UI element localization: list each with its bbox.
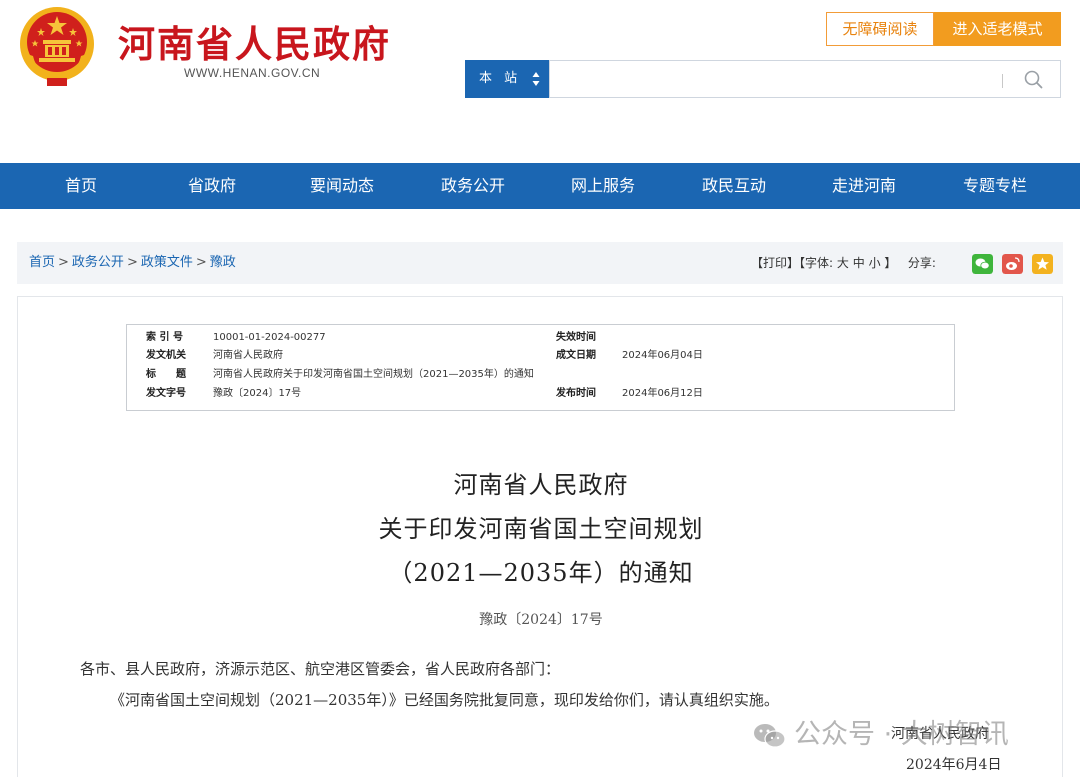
title-value: 河南省人民政府关于印发河南省国土空间规划（2021—2035年）的通知 (213, 369, 534, 380)
expire-label: 失效时间 (556, 332, 596, 343)
search-icon[interactable] (1020, 67, 1048, 93)
wechat-watermark-icon (754, 723, 786, 748)
document-title-line-3: （2021—2035年）的通知 (388, 559, 694, 587)
docno-label: 发文字号 (146, 388, 186, 399)
search-divider (1002, 74, 1003, 88)
nav-item-about-henan[interactable]: 走进河南 (799, 163, 929, 209)
publish-value: 2024年06月12日 (622, 388, 703, 399)
national-emblem-icon (20, 7, 94, 86)
site-header: 河南省人民政府 WWW.HENAN.GOV.CN 无障碍阅读 进入适老模式 本 … (0, 0, 1080, 163)
breadcrumb-home[interactable]: 首页 (29, 255, 55, 270)
print-link[interactable]: 【打印】 (751, 256, 799, 270)
breadcrumb-bar: 首页 > 政务公开 > 政策文件 > 豫政 【打印】【字体: 大 中 小 】 分享: (17, 242, 1063, 284)
breadcrumb-separator: > (195, 255, 207, 270)
breadcrumb-separator: > (126, 255, 138, 270)
font-small-link[interactable]: 小 (869, 256, 881, 270)
breadcrumb-open-affairs[interactable]: 政务公开 (72, 255, 124, 270)
document-body: 《河南省国土空间规划（2021—2035年）》已经国务院批复同意，现印发给你们，… (110, 691, 779, 709)
elder-mode-button[interactable]: 进入适老模式 (934, 12, 1061, 46)
site-url: WWW.HENAN.GOV.CN (184, 66, 321, 80)
sort-arrows-icon (532, 72, 540, 86)
font-size-label: 【字体: (799, 256, 834, 270)
nav-item-online-services[interactable]: 网上服务 (538, 163, 668, 209)
search-scope-select[interactable]: 本 站 (465, 60, 549, 98)
publish-label: 发布时间 (556, 388, 596, 399)
document-salutation: 各市、县人民政府，济源示范区、航空港区管委会，省人民政府各部门： (80, 660, 561, 678)
search-bar (549, 60, 1061, 98)
index-label: 索 引 号 (146, 332, 183, 343)
breadcrumb-separator: > (58, 255, 69, 270)
document-title-line-1: 河南省人民政府 (453, 471, 629, 499)
nav-item-government[interactable]: 省政府 (147, 163, 277, 209)
search-input[interactable] (558, 67, 998, 91)
article-panel: 索 引 号 10001-01-2024-00277 失效时间 发文机关 河南省人… (17, 296, 1063, 777)
search-scope-label: 本 站 (479, 71, 522, 86)
nav-item-news[interactable]: 要闻动态 (277, 163, 407, 209)
watermark: 公众号 · 大树智讯 (752, 712, 1009, 756)
breadcrumb-yuzheng[interactable]: 豫政 (210, 255, 236, 270)
font-size-close: 】 (884, 256, 897, 270)
favorite-icon[interactable] (1032, 254, 1053, 274)
nav-item-home[interactable]: 首页 (16, 163, 146, 209)
docno-value: 豫政〔2024〕17号 (213, 388, 302, 399)
nav-item-interaction[interactable]: 政民互动 (669, 163, 799, 209)
index-value: 10001-01-2024-00277 (213, 332, 326, 343)
main-nav: 首页 省政府 要闻动态 政务公开 网上服务 政民互动 走进河南 专题专栏 (0, 163, 1080, 209)
document-date: 2024年6月4日 (906, 757, 1002, 773)
site-title[interactable]: 河南省人民政府 (118, 14, 391, 68)
page-tools: 【打印】【字体: 大 中 小 】 分享: (751, 242, 936, 284)
issuer-value: 河南省人民政府 (213, 350, 283, 361)
share-label: 分享: (907, 256, 936, 270)
accessible-reading-button[interactable]: 无障碍阅读 (826, 12, 934, 46)
breadcrumb-policy-docs[interactable]: 政策文件 (141, 255, 193, 270)
document-number: 豫政〔2024〕17号 (479, 612, 603, 628)
title-label: 标 题 (146, 369, 186, 380)
created-value: 2024年06月04日 (622, 350, 703, 361)
font-medium-link[interactable]: 中 (853, 256, 865, 270)
document-title-line-2: 关于印发河南省国土空间规划 (378, 515, 704, 543)
issuer-label: 发文机关 (146, 350, 186, 361)
font-large-link[interactable]: 大 (837, 256, 849, 270)
breadcrumb: 首页 > 政务公开 > 政策文件 > 豫政 (29, 242, 236, 284)
created-label: 成文日期 (556, 350, 596, 361)
nav-item-special-topics[interactable]: 专题专栏 (930, 163, 1060, 209)
meta-row: 发文机关 河南省人民政府 成文日期 2024年06月04日 (127, 346, 956, 365)
meta-row: 标 题 河南省人民政府关于印发河南省国土空间规划（2021—2035年）的通知 (127, 365, 956, 384)
document-metadata-table: 索 引 号 10001-01-2024-00277 失效时间 发文机关 河南省人… (126, 324, 955, 411)
nav-item-open-affairs[interactable]: 政务公开 (408, 163, 538, 209)
meta-row: 索 引 号 10001-01-2024-00277 失效时间 (127, 328, 956, 347)
weibo-icon[interactable] (1002, 254, 1023, 274)
wechat-icon[interactable] (972, 254, 993, 274)
meta-row: 发文字号 豫政〔2024〕17号 发布时间 2024年06月12日 (127, 384, 956, 403)
watermark-text: 公众号 · 大树智讯 (794, 719, 1009, 750)
